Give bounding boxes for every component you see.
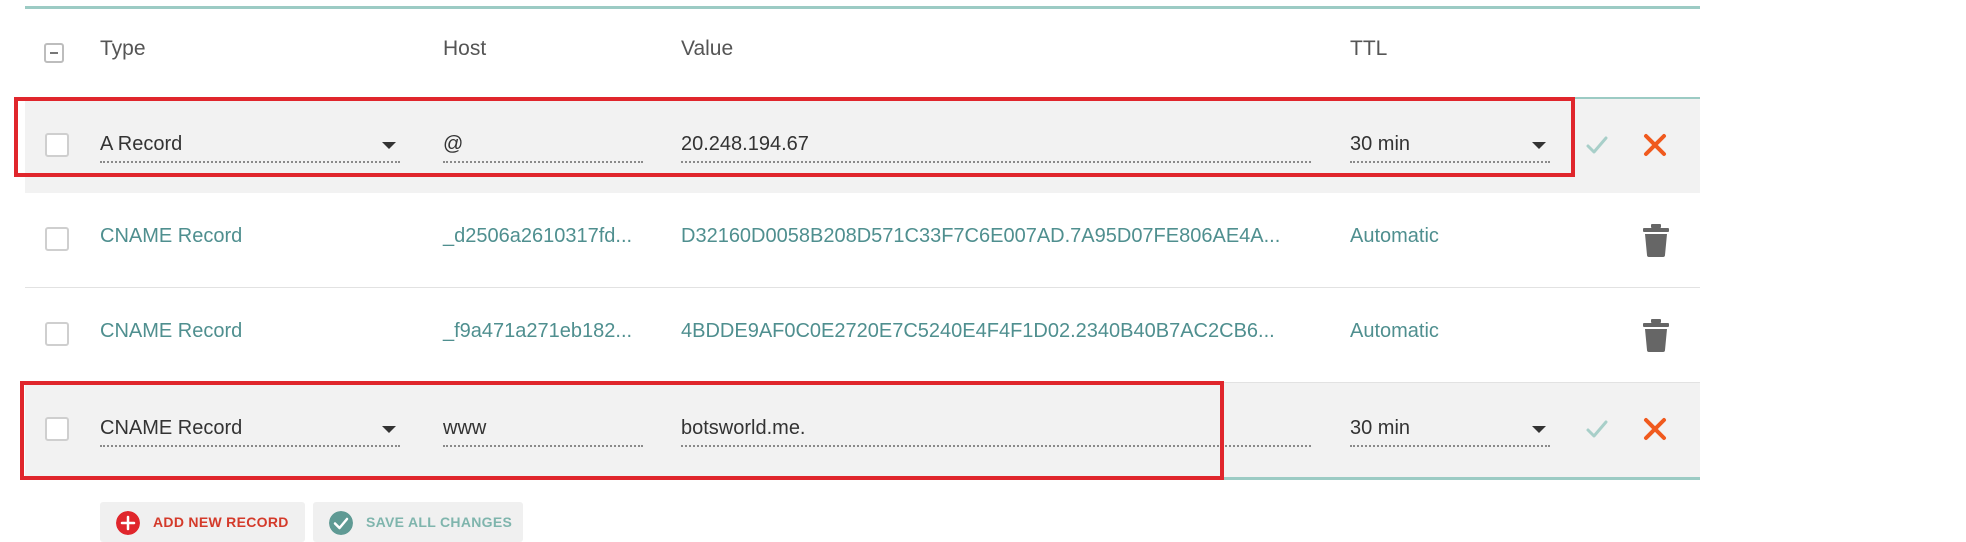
record-type[interactable]: CNAME Record [100, 320, 242, 343]
ttl-select-value: 30 min [1350, 417, 1411, 439]
caret-down-icon [1532, 142, 1546, 149]
column-header-value: Value [681, 37, 734, 60]
record-host[interactable]: _d2506a2610317fd... [443, 225, 632, 248]
row-checkbox[interactable] [45, 417, 69, 441]
record-value[interactable]: 4BDDE9AF0C0E2720E7C5240E4F4F1D02.2340B40… [681, 320, 1275, 343]
ttl-select[interactable]: 30 min [1350, 129, 1550, 163]
table-row: CNAME Record _f9a471a271eb182... 4BDDE9A… [25, 288, 1700, 383]
trash-icon[interactable] [1642, 223, 1670, 257]
type-select[interactable]: A Record [100, 129, 400, 163]
record-ttl[interactable]: Automatic [1350, 320, 1439, 343]
caret-down-icon [1532, 426, 1546, 433]
select-all-checkbox[interactable] [44, 43, 64, 63]
table-row: CNAME Record _d2506a2610317fd... D32160D… [25, 193, 1700, 288]
table-header: Type Host Value TTL [25, 9, 1700, 97]
record-type[interactable]: CNAME Record [100, 225, 242, 248]
value-input[interactable]: 20.248.194.67 [681, 129, 1311, 163]
save-all-changes-label: SAVE ALL CHANGES [366, 514, 513, 530]
add-new-record-label: ADD NEW RECORD [153, 514, 289, 530]
host-input[interactable]: www [443, 413, 643, 447]
row-checkbox[interactable] [45, 322, 69, 346]
column-header-host: Host [443, 37, 487, 60]
column-header-ttl: TTL [1350, 37, 1388, 60]
record-ttl[interactable]: Automatic [1350, 225, 1439, 248]
value-input[interactable]: botsworld.me. [681, 413, 1311, 447]
close-icon[interactable] [1641, 415, 1669, 443]
trash-icon[interactable] [1642, 318, 1670, 352]
column-header-type: Type [100, 37, 146, 60]
caret-down-icon [382, 142, 396, 149]
type-select[interactable]: CNAME Record [100, 413, 400, 447]
table-row: CNAME Record www botsworld.me. 30 min [25, 383, 1700, 480]
ttl-select-value: 30 min [1350, 133, 1411, 155]
check-icon[interactable] [1585, 417, 1609, 441]
save-all-changes-button[interactable]: SAVE ALL CHANGES [313, 502, 523, 542]
caret-down-icon [382, 426, 396, 433]
record-host[interactable]: _f9a471a271eb182... [443, 320, 632, 343]
row-checkbox[interactable] [45, 133, 69, 157]
record-value[interactable]: D32160D0058B208D571C33F7C6E007AD.7A95D07… [681, 225, 1280, 248]
plus-icon [116, 511, 140, 535]
type-select-value: CNAME Record [100, 417, 243, 439]
host-input[interactable]: @ [443, 129, 643, 163]
check-icon[interactable] [1585, 133, 1609, 157]
table-row: A Record @ 20.248.194.67 30 min [25, 97, 1700, 193]
ttl-select[interactable]: 30 min [1350, 413, 1550, 447]
row-checkbox[interactable] [45, 227, 69, 251]
type-select-value: A Record [100, 133, 183, 155]
add-new-record-button[interactable]: ADD NEW RECORD [100, 502, 305, 542]
close-icon[interactable] [1641, 131, 1669, 159]
check-circle-icon [329, 511, 353, 535]
